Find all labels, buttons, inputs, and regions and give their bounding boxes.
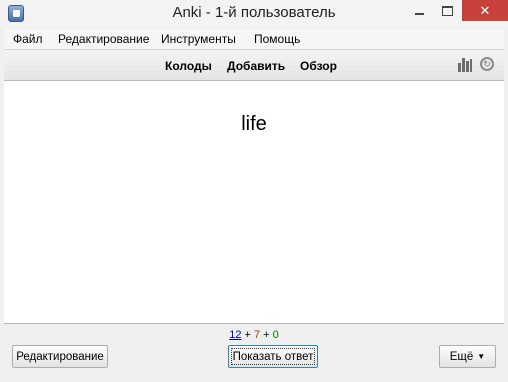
caret-down-icon: ▼: [477, 352, 486, 361]
maximize-button[interactable]: [434, 0, 460, 21]
menu-tools[interactable]: Инструменты: [161, 32, 236, 46]
menu-bar: Файл Редактирование Инструменты Помощь: [4, 29, 504, 49]
maximize-icon: [441, 5, 453, 16]
minimize-icon: [414, 12, 424, 15]
card-question: life: [241, 113, 267, 135]
bottom-bar: 12 + 7 + 0 Редактирование Показать ответ…: [4, 324, 504, 378]
show-answer-button[interactable]: Показать ответ: [228, 345, 318, 368]
title-bar: Anki - 1-й пользователь ✕: [0, 0, 508, 28]
close-icon: ✕: [479, 2, 491, 18]
menu-help[interactable]: Помощь: [254, 32, 300, 46]
more-label: Ещё: [449, 350, 474, 363]
due-counts: 12 + 7 + 0: [4, 329, 504, 341]
decks-link[interactable]: Колоды: [165, 59, 212, 73]
count-separator: +: [241, 329, 254, 341]
count-separator: +: [260, 329, 273, 341]
close-button[interactable]: ✕: [462, 0, 508, 21]
card-view: life: [4, 81, 504, 324]
menu-edit[interactable]: Редактирование: [58, 32, 149, 46]
more-button[interactable]: Ещё ▼: [439, 345, 496, 368]
menu-file[interactable]: Файл: [13, 32, 43, 46]
stats-icon[interactable]: [458, 58, 472, 72]
sync-icon[interactable]: ↻: [480, 57, 494, 71]
toolbar: Колоды Добавить Обзор ↻: [4, 49, 504, 81]
add-link[interactable]: Добавить: [227, 59, 285, 73]
minimize-button[interactable]: [406, 0, 432, 21]
review-count: 0: [272, 329, 279, 341]
new-count: 12: [229, 329, 242, 341]
edit-button[interactable]: Редактирование: [12, 345, 108, 368]
browse-link[interactable]: Обзор: [300, 59, 337, 73]
